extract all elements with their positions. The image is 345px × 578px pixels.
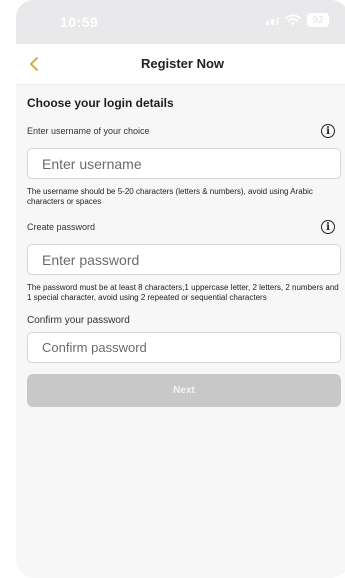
password-input[interactable]: Enter password	[27, 244, 341, 275]
password-label-row: Create password i	[27, 219, 341, 235]
username-input[interactable]: Enter username	[27, 148, 341, 179]
username-hint: The username should be 5-20 characters (…	[27, 187, 313, 206]
phone-screen: 10:59 92 Register Now Choose your login …	[16, 0, 345, 578]
wifi-icon	[285, 14, 301, 26]
page-title: Register Now	[140, 56, 225, 71]
section-title: Choose your login details	[27, 96, 174, 110]
next-button[interactable]: Next	[27, 374, 341, 407]
confirm-password-label: Confirm your password	[27, 315, 130, 326]
username-label: Enter username of your choice	[27, 126, 150, 136]
battery-icon: 92	[307, 13, 329, 27]
confirm-password-input[interactable]: Confirm password	[27, 332, 341, 363]
nav-bar: Register Now	[16, 44, 345, 85]
username-info-icon[interactable]: i	[321, 124, 335, 138]
status-time: 10:59	[60, 14, 99, 30]
signal-icon	[266, 15, 279, 25]
password-label: Create password	[27, 222, 96, 232]
status-icons: 92	[266, 13, 329, 27]
register-form: Choose your login details Enter username…	[27, 96, 341, 407]
password-info-icon[interactable]: i	[321, 220, 335, 234]
password-hint: The password must be at least 8 characte…	[27, 283, 339, 302]
status-bar: 10:59 92	[16, 0, 345, 44]
username-label-row: Enter username of your choice i	[27, 123, 341, 139]
